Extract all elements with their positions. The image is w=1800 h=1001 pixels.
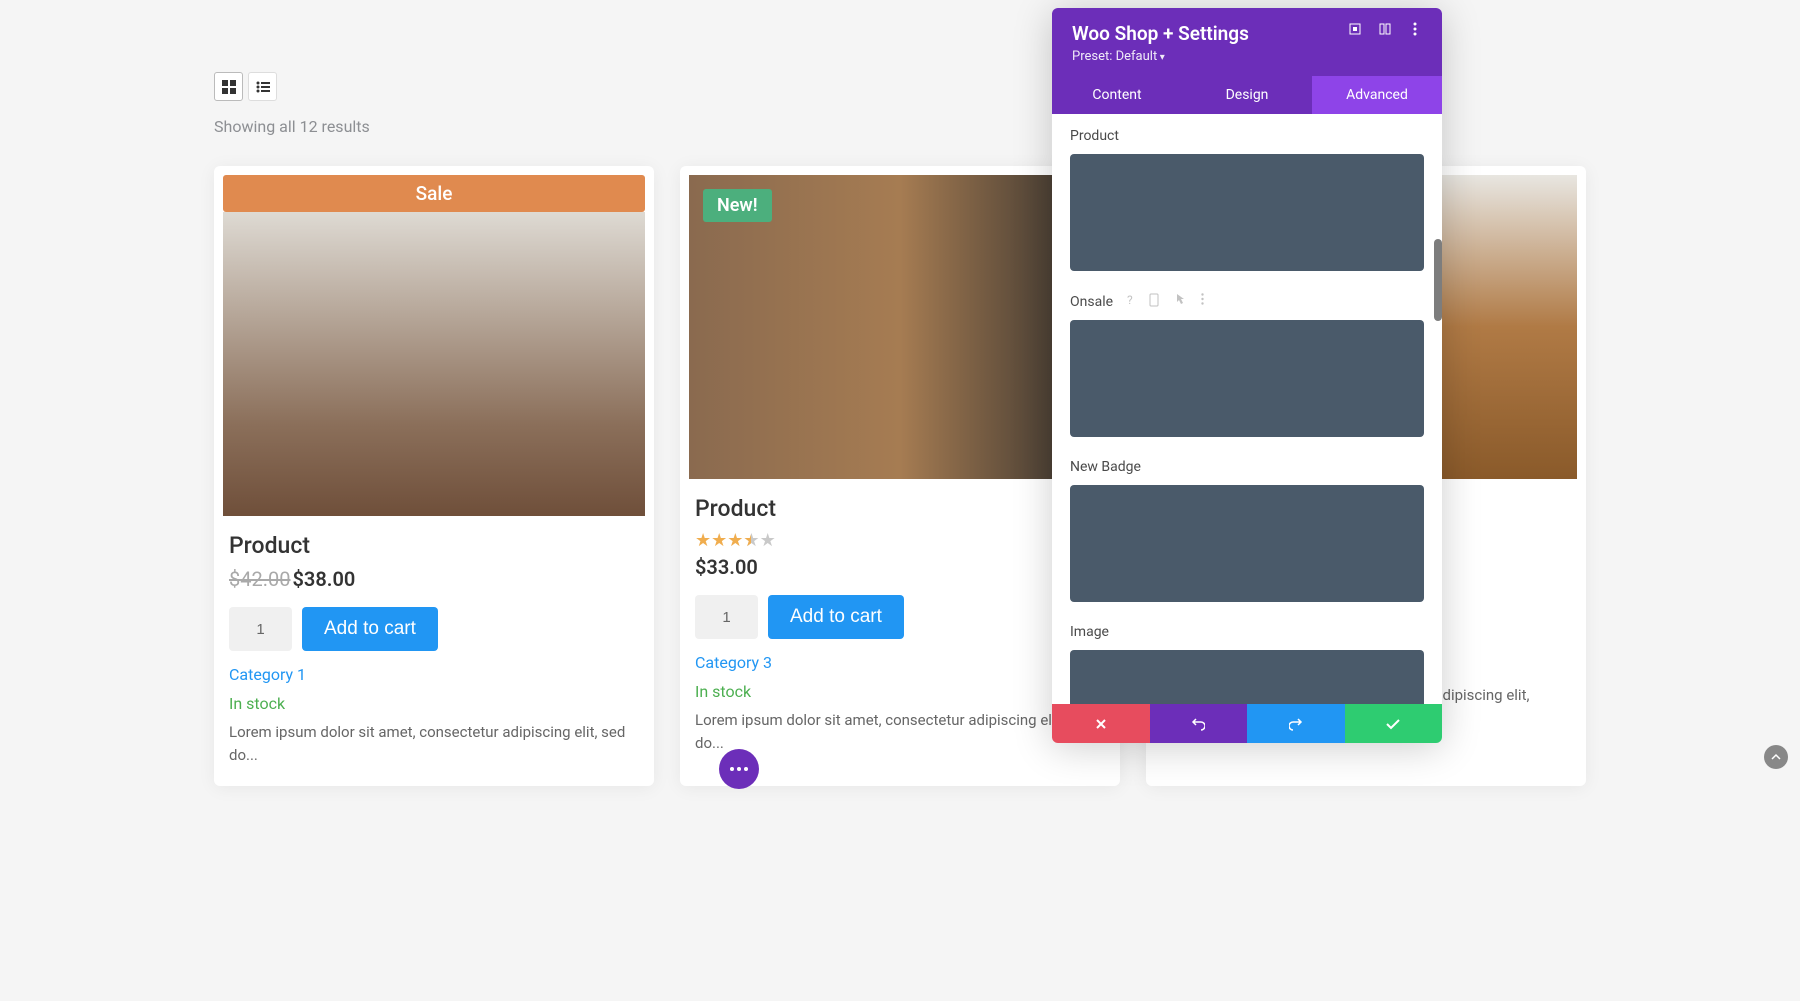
product-title[interactable]: Product [689,495,1111,522]
product-description: Lorem ipsum dolor sit amet, consectetur … [223,721,645,766]
option-label: New Badge [1070,459,1141,475]
more-icon[interactable] [1408,22,1422,36]
tab-content[interactable]: Content [1052,76,1182,114]
panel-actions [1052,704,1442,743]
settings-panel: Woo Shop + Settings Preset: Default Cont… [1052,8,1442,743]
device-icon[interactable] [1149,293,1159,310]
list-view-button[interactable] [248,72,277,101]
category-link[interactable]: Category 1 [223,665,645,684]
option-label: Onsale [1070,294,1113,310]
option-label: Product [1070,128,1119,144]
cancel-button[interactable] [1052,704,1150,743]
product-title[interactable]: Product [223,532,645,559]
tab-advanced[interactable]: Advanced [1312,76,1442,114]
star-rating: ★★★★★★ [689,530,1111,551]
help-icon[interactable]: ? [1127,293,1133,310]
panel-scrollbar[interactable] [1434,239,1442,321]
fab-more-button[interactable] [719,749,759,789]
product-description: Lorem ipsum dolor sit amet, consectetur … [689,709,1111,754]
grid-view-button[interactable] [214,72,243,101]
newbadge-css-input[interactable] [1070,485,1424,602]
product-price: $42.00$38.00 [223,567,645,591]
new-badge: New! [703,189,772,222]
quantity-input[interactable] [695,595,758,639]
preset-dropdown[interactable]: Preset: Default [1072,49,1422,64]
image-css-input[interactable] [1070,650,1424,704]
add-to-cart-button[interactable]: Add to cart [302,607,438,651]
stock-status: In stock [223,694,645,713]
sale-badge: Sale [223,175,645,212]
product-price: $33.00 [689,555,1111,579]
quantity-input[interactable] [229,607,292,651]
onsale-css-input[interactable] [1070,320,1424,437]
panel-header: Woo Shop + Settings Preset: Default [1052,8,1442,76]
expand-icon[interactable] [1348,22,1362,36]
option-label: Image [1070,624,1109,640]
option-more-icon[interactable] [1201,293,1204,310]
stock-status: In stock [689,682,1111,701]
panel-title: Woo Shop + Settings [1072,22,1249,45]
save-button[interactable] [1345,704,1443,743]
panel-tabs: Content Design Advanced [1052,76,1442,114]
panel-body: Product Onsale ? New Badge Image [1052,114,1442,704]
category-link[interactable]: Category 3 [689,653,1111,672]
add-to-cart-button[interactable]: Add to cart [768,595,904,639]
product-card: Sale New! Product $42.00$38.00 Add to ca… [214,166,654,786]
column-icon[interactable] [1378,22,1392,36]
scroll-top-button[interactable] [1764,745,1788,769]
dots-icon [730,767,748,771]
undo-button[interactable] [1150,704,1248,743]
tab-design[interactable]: Design [1182,76,1312,114]
redo-button[interactable] [1247,704,1345,743]
hover-icon[interactable] [1175,293,1185,310]
product-image[interactable] [223,212,645,516]
product-css-input[interactable] [1070,154,1424,271]
